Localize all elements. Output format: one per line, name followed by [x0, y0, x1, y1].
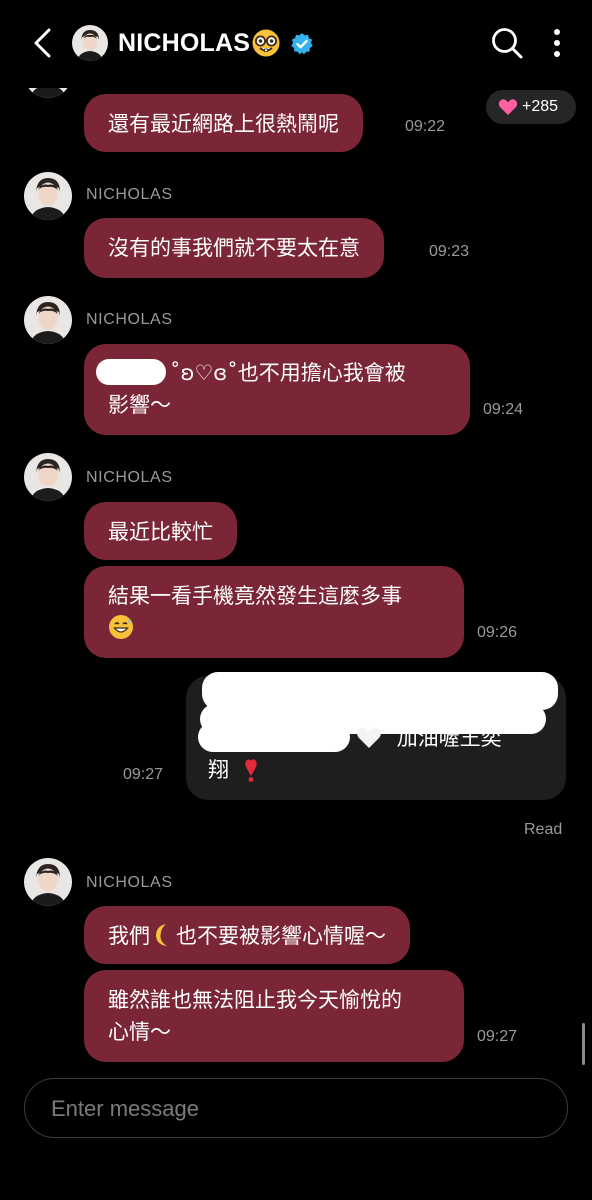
message-text: 結果一看手機竟然發生這麼多事 — [108, 584, 402, 608]
contact-name[interactable]: NICHOLAS — [118, 27, 250, 59]
message-text: ˚ʚ♡ɞ˚也不用擔心我會被 — [170, 361, 406, 385]
message-time: 09:27 — [123, 766, 164, 783]
sender-avatar[interactable] — [24, 172, 72, 220]
more-vertical-icon — [554, 29, 560, 57]
header-avatar[interactable] — [72, 25, 108, 61]
message-text: 心情～ — [108, 1020, 171, 1044]
message-time: 09:23 — [429, 243, 470, 260]
search-button[interactable] — [490, 26, 524, 60]
message-bubble[interactable]: ˚ʚ♡ɞ˚也不用擔心我會被 影響～ — [84, 344, 470, 435]
message-text: 雖然誰也無法阻止我今天愉悅的 — [108, 988, 402, 1012]
back-button[interactable] — [26, 26, 60, 60]
nerd-face-icon — [251, 28, 281, 58]
white-heart-icon — [357, 727, 381, 748]
sender-name: NICHOLAS — [86, 311, 173, 328]
message-text: 沒有的事我們就不要太在意 — [108, 236, 360, 260]
more-options-button[interactable] — [546, 26, 568, 62]
sender-name: NICHOLAS — [86, 874, 173, 891]
search-icon — [492, 28, 523, 59]
message-input[interactable] — [49, 1079, 543, 1138]
sender-avatar[interactable] — [24, 88, 72, 98]
outgoing-message-bubble[interactable]: 加油喔王奕 翔 — [186, 672, 566, 800]
message-text: 翔 — [208, 758, 229, 782]
heart-icon — [498, 99, 518, 115]
read-status: Read — [524, 821, 563, 838]
message-text: 影響～ — [108, 393, 171, 417]
message-time: 09:26 — [477, 624, 518, 641]
message-text: 還有最近網路上很熱鬧呢 — [108, 112, 339, 136]
sender-name: NICHOLAS — [86, 469, 173, 486]
message-time: 09:24 — [483, 401, 524, 418]
chat-header: NICHOLAS — [0, 0, 592, 88]
message-text: 最近比較忙 — [108, 520, 213, 544]
verified-badge-icon — [290, 32, 314, 56]
message-bubble[interactable]: 沒有的事我們就不要太在意 — [84, 218, 384, 278]
message-bubble[interactable]: 雖然誰也無法阻止我今天愉悅的 心情～ — [84, 970, 464, 1062]
message-text: 加油喔王奕 — [396, 726, 502, 750]
message-time: 09:27 — [477, 1028, 518, 1045]
message-text: 也不要被影響心情喔～ — [176, 924, 386, 948]
chevron-left-icon — [34, 28, 51, 58]
message-time: 09:22 — [405, 118, 446, 135]
message-text: 我們 — [108, 924, 150, 948]
message-bubble[interactable]: 我們 也不要被影響心情喔～ — [84, 906, 410, 964]
reaction-count: +285 — [522, 98, 559, 115]
sender-avatar[interactable] — [24, 453, 72, 501]
message-bubble[interactable]: 結果一看手機竟然發生這麼多事 — [84, 566, 464, 658]
reaction-count-badge[interactable]: +285 — [486, 90, 576, 124]
message-bubble[interactable]: 最近比較忙 — [84, 502, 237, 560]
redacted-name — [96, 359, 166, 385]
crescent-moon-icon — [156, 924, 167, 946]
sweat-smile-icon — [109, 615, 133, 639]
red-exclamation-icon — [245, 759, 257, 782]
sender-avatar[interactable] — [24, 296, 72, 344]
sender-avatar[interactable] — [24, 858, 72, 906]
scrollbar[interactable] — [582, 1023, 585, 1065]
chat-thread[interactable]: 還有最近網路上很熱鬧呢 09:22 +285 NICHOLAS 沒有的事我們就不… — [0, 88, 592, 1070]
sender-name: NICHOLAS — [86, 186, 173, 203]
message-bubble[interactable]: 還有最近網路上很熱鬧呢 — [84, 94, 363, 152]
message-input-container[interactable] — [24, 1078, 568, 1138]
